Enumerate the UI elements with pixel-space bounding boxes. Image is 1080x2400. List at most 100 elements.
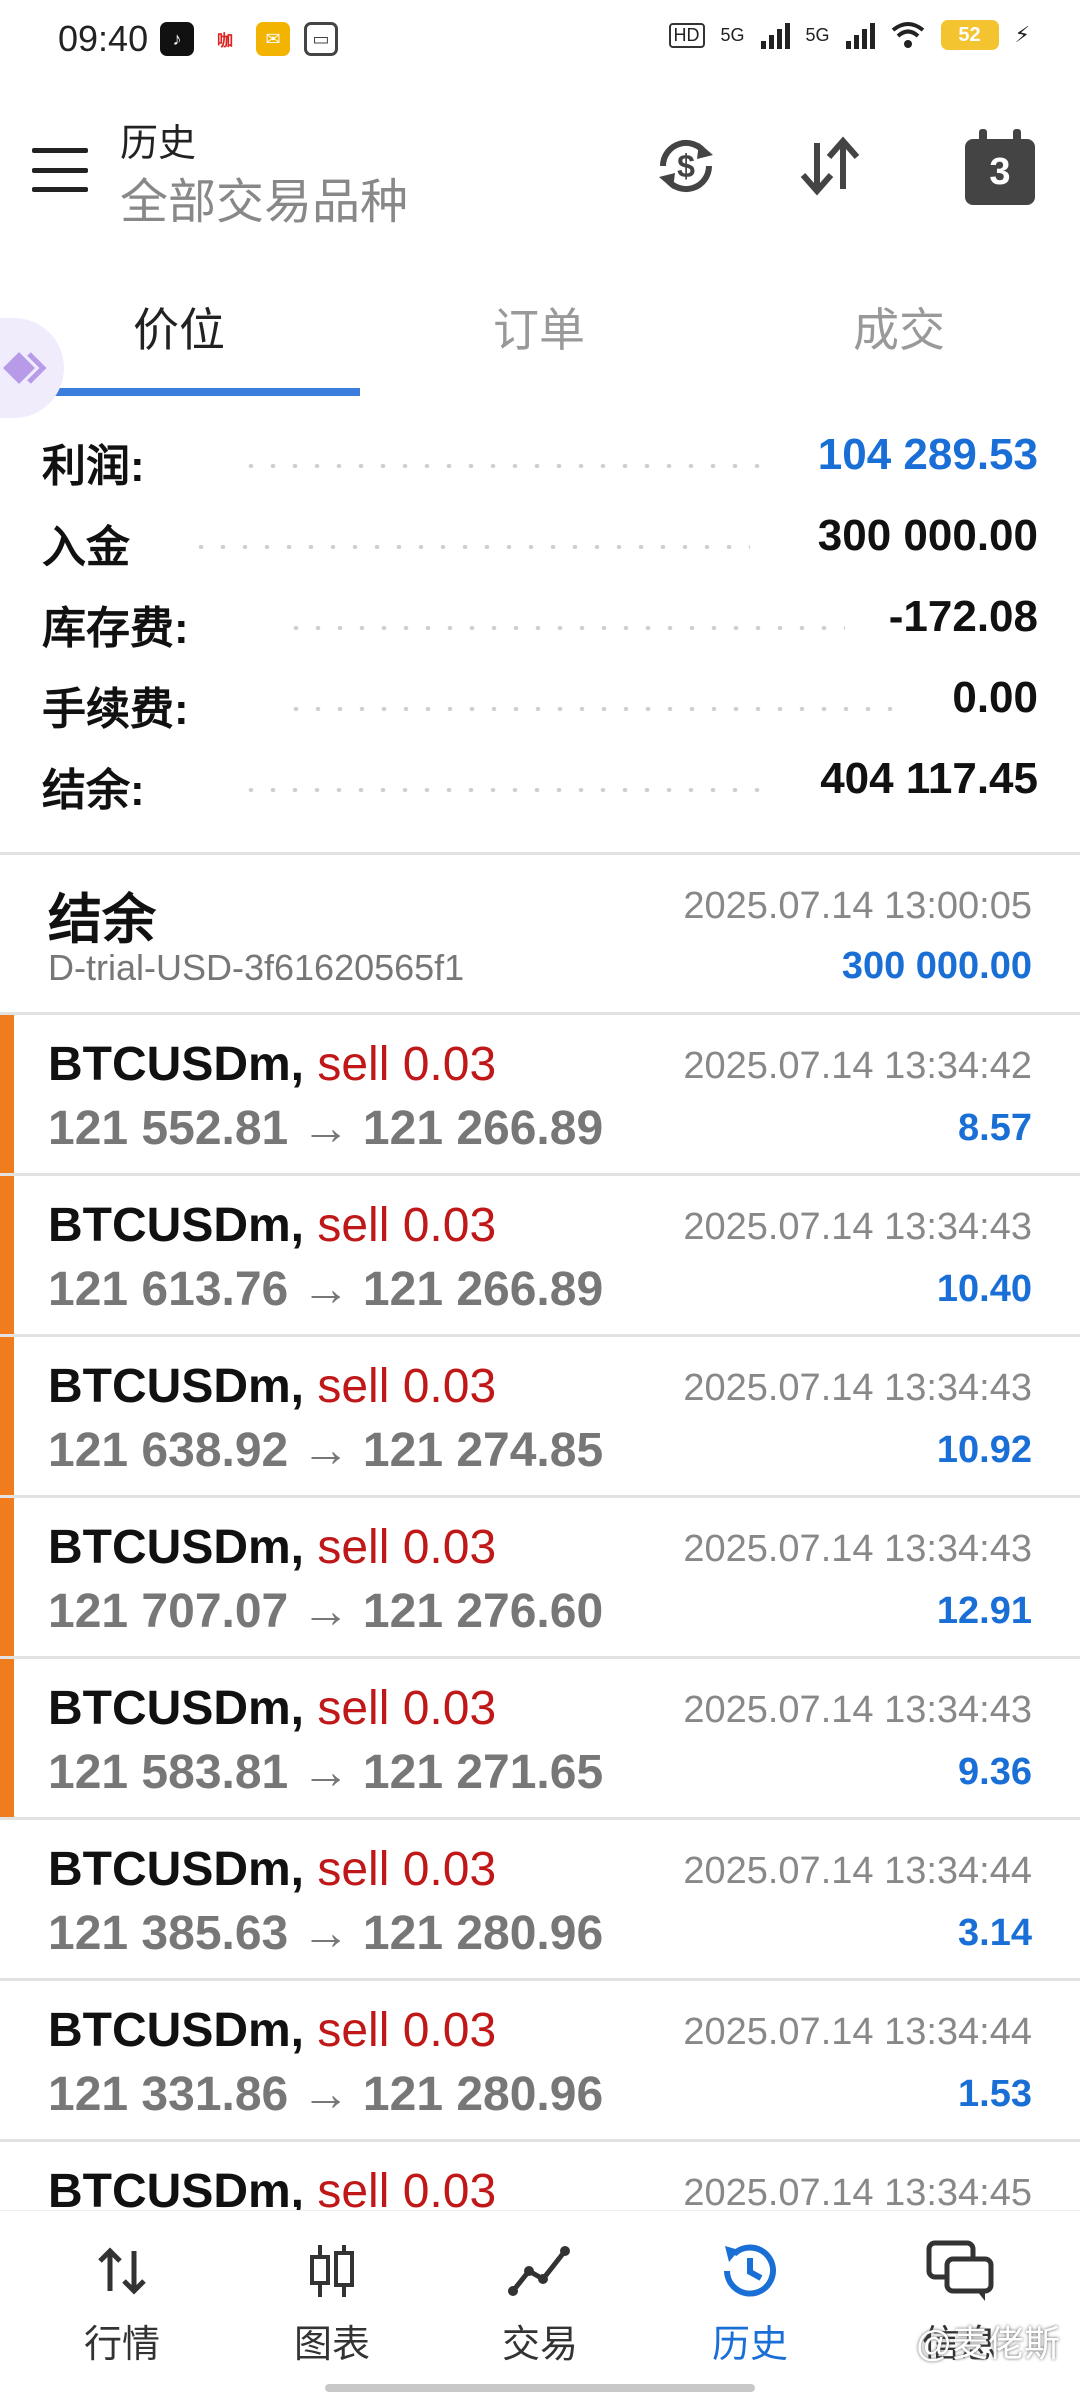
deal-row[interactable]: BTCUSDm, sell 0.03 121 583.81 → 121 271.6… bbox=[0, 1659, 1080, 1820]
symbol-name: BTCUSDm, bbox=[48, 2165, 305, 2210]
symbol-name: BTCUSDm, bbox=[48, 1682, 305, 1735]
signal-icon-2 bbox=[845, 21, 875, 49]
summary-row-deposit: 入金 300 000.00 bbox=[0, 501, 1080, 582]
wifi-icon bbox=[891, 22, 924, 48]
deal-symbol: BTCUSDm, sell 0.03 bbox=[48, 2164, 496, 2210]
sort-icon[interactable] bbox=[794, 130, 866, 202]
leader-dots bbox=[285, 707, 905, 711]
calendar-icon[interactable]: 3 bbox=[964, 129, 1036, 205]
menu-icon[interactable] bbox=[32, 148, 88, 192]
summary-label: 手续费: bbox=[42, 673, 199, 737]
arrow-icon: → bbox=[301, 1907, 350, 1960]
deal-row[interactable]: BTCUSDm, sell 0.03 121 707.07 → 121 276.6… bbox=[0, 1498, 1080, 1659]
arrow-icon: → bbox=[301, 1746, 350, 1799]
leader-dots bbox=[190, 545, 750, 549]
deal-time: 2025.07.14 13:34:43 bbox=[683, 1528, 1032, 1570]
deals-list: BTCUSDm, sell 0.03 121 552.81 → 121 266.8… bbox=[0, 1015, 1080, 2210]
summary-label: 结余: bbox=[42, 754, 155, 818]
history-clock-icon bbox=[670, 2231, 830, 2311]
summary-value: 0.00 bbox=[942, 673, 1038, 723]
deal-profit: 10.40 bbox=[936, 1268, 1032, 1310]
summary-value: 404 117.45 bbox=[810, 754, 1038, 804]
account-id: D-trial-USD-3f61620565f1 bbox=[48, 947, 465, 988]
summary-value: 300 000.00 bbox=[807, 511, 1038, 561]
nav-trade[interactable]: 交易 bbox=[460, 2231, 620, 2368]
deal-symbol: BTCUSDm, sell 0.03 bbox=[48, 1842, 496, 1897]
quotes-arrows-icon bbox=[42, 2231, 202, 2311]
summary-label: 库存费: bbox=[42, 592, 199, 656]
open-price: 121 638.92 bbox=[48, 1424, 289, 1477]
candlestick-chart-icon bbox=[252, 2231, 412, 2311]
symbol-filter[interactable]: 全部交易品种 bbox=[120, 162, 408, 232]
leader-dots bbox=[240, 464, 760, 468]
close-price: 121 274.85 bbox=[362, 1424, 604, 1477]
summary-row-swap: 库存费: -172.08 bbox=[0, 582, 1080, 663]
status-time: 09:40 bbox=[58, 18, 149, 59]
symbol-name: BTCUSDm, bbox=[48, 1843, 305, 1896]
signal-5g-label: 5G bbox=[720, 24, 745, 45]
deal-symbol: BTCUSDm, sell 0.03 bbox=[48, 1359, 496, 1414]
battery-icon: 52 bbox=[940, 20, 999, 50]
hd-icon: HD bbox=[668, 22, 705, 48]
tab-bar: 价位 订单 成交 bbox=[0, 280, 1080, 396]
deal-symbol: BTCUSDm, sell 0.03 bbox=[48, 1037, 496, 1092]
close-price: 121 276.60 bbox=[362, 1585, 604, 1638]
deal-type: sell 0.03 bbox=[317, 1682, 497, 1735]
symbol-name: BTCUSDm, bbox=[48, 1199, 305, 1252]
close-price: 121 266.89 bbox=[362, 1263, 604, 1316]
summary-value: 104 289.53 bbox=[807, 430, 1038, 480]
deal-type: sell 0.03 bbox=[317, 1521, 497, 1574]
deal-type: sell 0.03 bbox=[317, 1360, 497, 1413]
deal-symbol: BTCUSDm, sell 0.03 bbox=[48, 1681, 496, 1736]
nav-label: 交易 bbox=[501, 2324, 578, 2366]
tab-orders[interactable]: 订单 bbox=[493, 294, 585, 360]
deal-row[interactable]: BTCUSDm, sell 0.03 121 552.81 → 121 266.8… bbox=[0, 1015, 1080, 1176]
summary-label: 利润: bbox=[42, 430, 155, 494]
watermark: @麦佬斯 bbox=[915, 2323, 1060, 2364]
summary-label: 入金 bbox=[42, 511, 140, 575]
deal-time: 2025.07.14 13:34:45 bbox=[683, 2172, 1032, 2210]
signal-icon bbox=[760, 21, 790, 49]
deal-profit: 8.57 bbox=[958, 1107, 1032, 1149]
status-bar: 09:40 ♪ 咖 ✉ ▭ HD 5G 5G 52 ⚡ bbox=[0, 0, 1080, 82]
deal-row[interactable]: BTCUSDm, sell 0.03 121 385.63 → 121 280.9… bbox=[0, 1820, 1080, 1981]
mail-icon: ✉ bbox=[256, 22, 290, 56]
home-indicator[interactable] bbox=[325, 2384, 755, 2392]
deal-symbol: BTCUSDm, sell 0.03 bbox=[48, 1198, 496, 1253]
deal-row[interactable]: BTCUSDm, sell 0.03 121 638.92 → 121 274.8… bbox=[0, 1337, 1080, 1498]
deal-type: sell 0.03 bbox=[317, 1199, 497, 1252]
charging-icon: ⚡ bbox=[1014, 22, 1030, 47]
balance-entry[interactable]: 结余 D-trial-USD-3f61620565f1 2025.07.14 1… bbox=[0, 855, 1080, 1015]
status-app-icons: ♪ 咖 ✉ ▭ bbox=[160, 22, 338, 56]
nav-history[interactable]: 历史 bbox=[670, 2231, 830, 2368]
deal-time: 2025.07.14 13:34:42 bbox=[683, 1045, 1032, 1087]
arrow-icon: → bbox=[301, 1263, 350, 1316]
nav-charts[interactable]: 图表 bbox=[252, 2231, 412, 2368]
deal-type: sell 0.03 bbox=[317, 1038, 497, 1091]
tiktok-icon: ♪ bbox=[160, 22, 194, 56]
messages-icon bbox=[880, 2231, 1040, 2311]
nav-quotes[interactable]: 行情 bbox=[42, 2231, 202, 2368]
symbol-name: BTCUSDm, bbox=[48, 1521, 305, 1574]
close-price: 121 280.96 bbox=[362, 2068, 604, 2121]
deal-profit: 12.91 bbox=[936, 1590, 1032, 1632]
arrow-icon: → bbox=[301, 2068, 350, 2121]
deal-profit: 10.92 bbox=[936, 1429, 1032, 1471]
deal-prices: 121 552.81 → 121 266.89 bbox=[48, 1101, 603, 1156]
tab-deals[interactable]: 成交 bbox=[853, 294, 945, 360]
deal-row[interactable]: BTCUSDm, sell 0.03 121 613.76 → 121 266.8… bbox=[0, 1176, 1080, 1337]
deal-prices: 121 613.76 → 121 266.89 bbox=[48, 1262, 603, 1317]
symbol-name: BTCUSDm, bbox=[48, 2004, 305, 2057]
deal-type: sell 0.03 bbox=[317, 2004, 497, 2057]
deal-time: 2025.07.14 13:34:43 bbox=[683, 1689, 1032, 1731]
deal-row[interactable]: BTCUSDm, sell 0.03 2025.07.14 13:34:45 bbox=[0, 2142, 1080, 2210]
currency-exchange-icon[interactable]: $ bbox=[650, 130, 722, 202]
open-price: 121 613.76 bbox=[48, 1263, 289, 1316]
trade-line-icon bbox=[460, 2231, 620, 2311]
deal-row[interactable]: BTCUSDm, sell 0.03 121 331.86 → 121 280.9… bbox=[0, 1981, 1080, 2142]
tab-positions[interactable]: 价位 bbox=[133, 294, 225, 360]
balance-amount: 300 000.00 bbox=[841, 945, 1032, 987]
arrow-icon: → bbox=[301, 1424, 350, 1477]
open-price: 121 583.81 bbox=[48, 1746, 289, 1799]
news-app-icon: 咖 bbox=[208, 22, 242, 56]
